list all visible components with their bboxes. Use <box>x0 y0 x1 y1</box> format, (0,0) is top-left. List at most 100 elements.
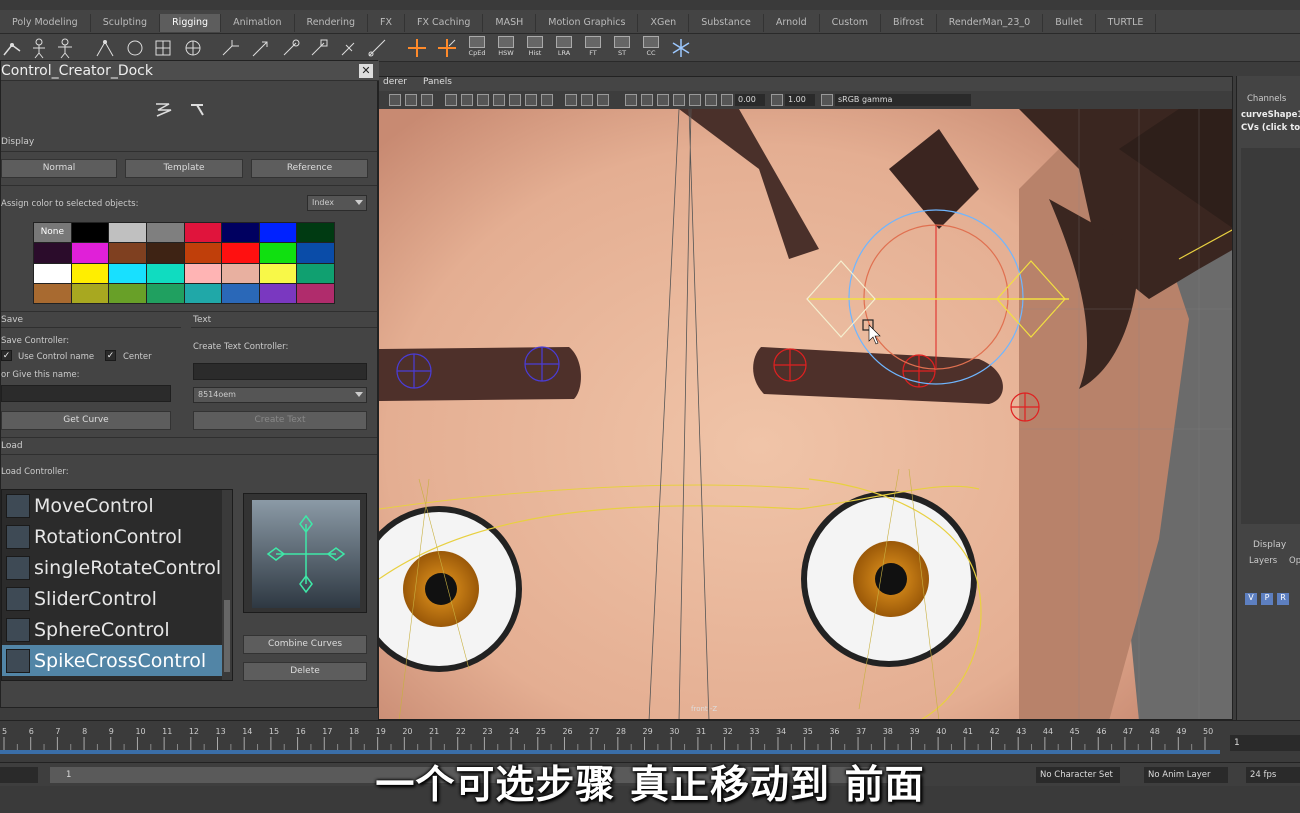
pole-vector-icon[interactable] <box>366 37 388 59</box>
shelf-tab-renderman-23-0[interactable]: RenderMan_23_0 <box>937 14 1044 32</box>
color-swatch[interactable] <box>259 223 297 243</box>
smooth-shade-icon[interactable] <box>461 94 473 106</box>
color-space-dropdown[interactable]: sRGB gamma <box>835 94 971 106</box>
curve-tool-icon[interactable] <box>153 99 175 119</box>
shelf-tab-mash[interactable]: MASH <box>483 14 537 32</box>
color-swatch[interactable] <box>297 223 334 243</box>
color-swatch[interactable] <box>297 263 334 283</box>
controller-list-item[interactable]: SliderControl <box>2 583 232 614</box>
field-chart-icon[interactable] <box>689 94 701 106</box>
shelf-button-cped[interactable]: CpEd <box>465 36 489 60</box>
controller-list-item[interactable]: SpikeCrossControl <box>2 645 232 676</box>
layers-menu[interactable]: Layers <box>1249 556 1277 566</box>
exposure-icon[interactable] <box>721 94 733 106</box>
shelf-tab-fx[interactable]: FX <box>368 14 406 32</box>
safe-action-icon[interactable] <box>705 94 717 106</box>
color-swatch[interactable] <box>184 243 222 263</box>
color-swatch[interactable] <box>34 283 71 303</box>
color-swatch[interactable] <box>109 243 146 263</box>
film-gate-icon[interactable] <box>641 94 653 106</box>
resolution-gate-icon[interactable] <box>657 94 669 106</box>
wireframe-icon[interactable] <box>445 94 457 106</box>
color-swatch[interactable] <box>71 263 109 283</box>
text-controller-input[interactable] <box>193 363 367 380</box>
color-swatch[interactable] <box>34 243 71 263</box>
viewport-menu-renderer[interactable]: derer <box>383 77 407 91</box>
skeleton-icon[interactable] <box>28 37 50 59</box>
lights-icon[interactable] <box>493 94 505 106</box>
textured-icon[interactable] <box>477 94 489 106</box>
color-swatch[interactable] <box>184 223 222 243</box>
color-swatch[interactable] <box>297 243 334 263</box>
color-swatch[interactable] <box>259 283 297 303</box>
ik-handle-icon[interactable] <box>94 37 116 59</box>
center-checkbox[interactable]: ✓ <box>105 350 116 361</box>
controller-list-item[interactable]: MoveControl <box>2 490 232 521</box>
display-tab[interactable]: Display <box>1253 540 1286 550</box>
template-button[interactable]: Template <box>125 159 243 178</box>
controller-list-item[interactable]: singleRotateControl <box>2 552 232 583</box>
color-swatch[interactable] <box>259 263 297 283</box>
list-scrollbar[interactable] <box>222 490 232 680</box>
shelf-tab-rendering[interactable]: Rendering <box>295 14 369 32</box>
create-text-button[interactable]: Create Text <box>193 411 367 430</box>
normal-button[interactable]: Normal <box>1 159 117 178</box>
gamma-field[interactable]: 1.00 <box>785 94 815 106</box>
shelf-tab-bifrost[interactable]: Bifrost <box>881 14 937 32</box>
delete-button[interactable]: Delete <box>243 662 367 681</box>
shelf-tab-substance[interactable]: Substance <box>689 14 764 32</box>
channels-tab[interactable]: Channels <box>1247 94 1286 104</box>
hik-skeleton-icon[interactable] <box>54 37 76 59</box>
color-swatch[interactable] <box>222 223 259 243</box>
xray-icon[interactable] <box>581 94 593 106</box>
viewport-menu-panels[interactable]: Panels <box>423 77 452 91</box>
layer-render-toggle[interactable]: R <box>1277 593 1289 605</box>
bookmark-icon[interactable] <box>421 94 433 106</box>
ao-icon[interactable] <box>525 94 537 106</box>
select-camera-icon[interactable] <box>389 94 401 106</box>
shelf-button-st[interactable]: ST <box>610 36 634 60</box>
options-menu[interactable]: Op <box>1289 556 1300 566</box>
shelf-button-ft[interactable]: FT <box>581 36 605 60</box>
aim-constraint-icon[interactable] <box>250 37 272 59</box>
shelf-button-lra[interactable]: LRA <box>552 36 576 60</box>
color-swatch[interactable] <box>71 283 109 303</box>
shelf-tab-fx-caching[interactable]: FX Caching <box>405 14 484 32</box>
color-swatch[interactable] <box>184 263 222 283</box>
grid-icon[interactable] <box>625 94 637 106</box>
shelf-button-hsw[interactable]: HSW <box>494 36 518 60</box>
color-swatch[interactable] <box>146 263 184 283</box>
exposure-field[interactable]: 0.00 <box>735 94 765 106</box>
hammer-icon[interactable] <box>187 99 209 119</box>
aa-icon[interactable] <box>541 94 553 106</box>
shelf-tab-bullet[interactable]: Bullet <box>1043 14 1096 32</box>
current-frame-field[interactable]: 1 <box>1230 735 1300 751</box>
layer-playback-toggle[interactable]: P <box>1261 593 1273 605</box>
scrollbar-thumb[interactable] <box>224 600 230 672</box>
color-swatch[interactable] <box>297 283 334 303</box>
joint-tool-icon[interactable] <box>2 37 24 59</box>
color-swatch[interactable] <box>146 223 184 243</box>
gamma-icon[interactable] <box>771 94 783 106</box>
reference-button[interactable]: Reference <box>251 159 368 178</box>
color-management-icon[interactable] <box>821 94 833 106</box>
shelf-tab-sculpting[interactable]: Sculpting <box>91 14 161 32</box>
color-swatch[interactable] <box>34 263 71 283</box>
parent-constraint-icon[interactable] <box>338 37 360 59</box>
color-swatch[interactable] <box>222 283 259 303</box>
lattice-icon[interactable] <box>152 37 174 59</box>
get-curve-button[interactable]: Get Curve <box>1 411 171 430</box>
controller-list-item[interactable]: RotationControl <box>2 521 232 552</box>
locator-joint-icon[interactable] <box>436 37 458 59</box>
color-swatch[interactable] <box>222 243 259 263</box>
shelf-tab-animation[interactable]: Animation <box>221 14 295 32</box>
shelf-tab-xgen[interactable]: XGen <box>638 14 690 32</box>
color-swatch[interactable] <box>71 243 109 263</box>
bind-skin-icon[interactable] <box>124 37 146 59</box>
shelf-button-cc[interactable]: CC <box>639 36 663 60</box>
character-face-render[interactable] <box>379 109 1233 720</box>
close-icon[interactable]: ✕ <box>359 64 373 78</box>
shelf-tab-turtle[interactable]: TURTLE <box>1096 14 1157 32</box>
color-swatch[interactable] <box>109 283 146 303</box>
isolate-icon[interactable] <box>565 94 577 106</box>
